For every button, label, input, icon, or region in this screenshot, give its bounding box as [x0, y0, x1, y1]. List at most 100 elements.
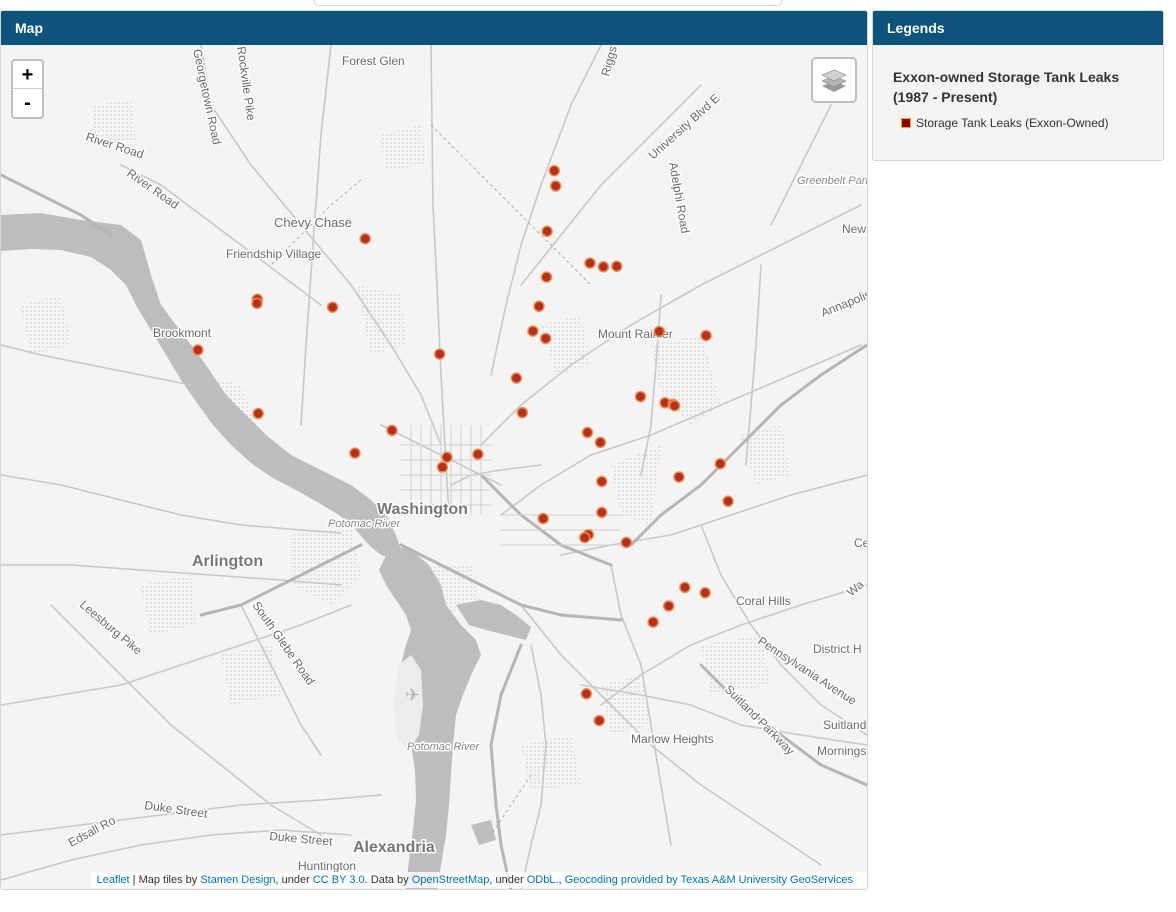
leak-marker[interactable] [386, 424, 398, 437]
label-leesburg-pike: Leesburg Pike [77, 598, 145, 658]
leak-marker[interactable] [251, 297, 263, 310]
downtown-grid [401, 425, 621, 546]
leak-marker[interactable] [593, 714, 606, 727]
attr-sep-1: | Map tiles by [129, 874, 201, 886]
ccby-link[interactable]: CC BY 3.0 [313, 874, 365, 886]
leak-marker[interactable] [673, 471, 685, 483]
leak-marker[interactable] [722, 495, 734, 508]
leaflet-link[interactable]: Leaflet [97, 874, 130, 886]
label-walker-mill: Wa [844, 577, 867, 599]
leak-marker[interactable] [662, 600, 675, 612]
map-attribution: Leaflet | Map tiles by Stamen Design , un… [90, 872, 867, 888]
zoom-out-button[interactable]: - [13, 89, 42, 117]
base-map[interactable]: ✈ Forest Glen Chevy Chase Friendship Vil… [1, 45, 867, 890]
leak-marker[interactable] [349, 447, 361, 459]
leak-marker[interactable] [326, 301, 339, 313]
leak-marker[interactable] [668, 399, 681, 412]
label-duke-street-2: Duke Street [269, 829, 334, 849]
leak-marker[interactable] [581, 426, 594, 439]
leak-marker[interactable] [584, 257, 596, 269]
label-suitland: Suitland [823, 718, 866, 732]
leak-marker[interactable] [359, 232, 371, 245]
legend-item-label: Storage Tank Leaks (Exxon-Owned) [916, 116, 1109, 130]
label-marlow-heights: Marlow Heights [631, 732, 714, 746]
label-huntington: Huntington [298, 859, 356, 873]
leak-marker[interactable] [436, 461, 449, 473]
label-chevy-chase: Chevy Chase [274, 215, 352, 230]
label-duke-street-1: Duke Street [144, 798, 209, 821]
leak-marker[interactable] [620, 536, 633, 549]
leak-marker[interactable] [548, 164, 561, 177]
label-potomac-river-2: Potomac River [407, 741, 480, 753]
label-forest-glen: Forest Glen [342, 54, 405, 68]
leak-marker[interactable] [192, 344, 204, 356]
zoom-control: + - [11, 59, 44, 119]
leak-marker[interactable] [647, 616, 659, 628]
leak-marker[interactable] [549, 180, 562, 192]
label-edsall-road: Edsall Ro [66, 813, 118, 850]
map-panel-title: Map [1, 11, 867, 45]
leak-marker[interactable] [596, 506, 608, 519]
label-georgetown-road: Georgetown Road [190, 48, 224, 146]
attr-sep-5: ., [555, 874, 565, 886]
airport-icon: ✈ [405, 685, 420, 706]
geocoding-link[interactable]: Geocoding provided by Texas A&M Universi… [565, 874, 853, 886]
leak-marker[interactable] [580, 688, 593, 700]
label-coral-hills: Coral Hills [736, 594, 791, 608]
label-greenbelt-park: Greenbelt Park [797, 175, 867, 187]
leak-marker[interactable] [578, 531, 591, 544]
leak-marker[interactable] [527, 325, 539, 337]
leak-marker[interactable] [537, 512, 549, 525]
leak-marker[interactable] [510, 372, 523, 384]
leak-marker[interactable] [472, 448, 484, 461]
leak-marker[interactable] [611, 260, 623, 273]
leak-marker[interactable] [700, 329, 712, 342]
stamen-link[interactable]: Stamen Design [200, 874, 275, 886]
leak-marker[interactable] [634, 390, 647, 403]
legend-swatch [901, 118, 911, 128]
leak-marker[interactable] [516, 406, 529, 419]
label-morningside: Mornings [817, 744, 866, 758]
leak-marker[interactable] [699, 587, 711, 599]
leak-marker[interactable] [539, 332, 552, 345]
legend-body: Exxon-owned Storage Tank Leaks (1987 - P… [873, 45, 1163, 130]
legend-layer-title: Exxon-owned Storage Tank Leaks (1987 - P… [893, 69, 1120, 105]
legend-item-storage-tank-leaks: Storage Tank Leaks (Exxon-Owned) [893, 116, 1143, 130]
label-arlington: Arlington [192, 553, 263, 570]
leak-marker[interactable] [653, 325, 665, 338]
label-washington: Washington [377, 501, 468, 518]
label-brookmont: Brookmont [153, 326, 212, 340]
label-rockville-pike: Rockville Pike [234, 45, 258, 121]
water-bodies [1, 213, 531, 889]
label-capitol-heights: Ce [854, 536, 867, 550]
legend-panel-title: Legends [873, 11, 1163, 45]
leak-marker[interactable] [679, 581, 691, 594]
leak-marker[interactable] [540, 271, 553, 283]
map-canvas[interactable]: ✈ Forest Glen Chevy Chase Friendship Vil… [1, 45, 867, 890]
leak-marker[interactable] [594, 436, 607, 449]
label-friendship-village: Friendship Village [226, 247, 321, 261]
layers-toggle-button[interactable] [811, 57, 857, 103]
leak-marker[interactable] [533, 300, 545, 313]
leak-marker[interactable] [441, 451, 453, 463]
label-riggs-road: Riggs Road [598, 45, 628, 78]
label-suitland-parkway: Suitland Parkway [722, 682, 797, 757]
leak-marker[interactable] [597, 261, 610, 273]
map-panel: Map ✈ Forest Glen Chevy Chase Friendship… [0, 10, 868, 890]
attr-sep-4: , under [489, 874, 527, 886]
label-river-road-2: River Road [124, 166, 181, 212]
leak-marker[interactable] [714, 458, 727, 470]
label-adelphi-road: Adelphi Road [666, 161, 692, 234]
leak-marker[interactable] [433, 348, 446, 360]
legend-panel: Legends Exxon-owned Storage Tank Leaks (… [872, 10, 1164, 161]
leak-marker[interactable] [541, 225, 553, 238]
osm-link[interactable]: OpenStreetMap [412, 874, 490, 886]
label-annapolis: Annapolis [819, 287, 867, 320]
leak-marker[interactable] [596, 475, 608, 488]
label-new-carrollton: New [842, 222, 866, 236]
zoom-in-button[interactable]: + [13, 61, 42, 89]
leak-marker[interactable] [252, 407, 264, 420]
odbl-link[interactable]: ODbL [527, 874, 556, 886]
label-district-heights: District H [813, 642, 862, 656]
layers-icon [821, 69, 847, 92]
